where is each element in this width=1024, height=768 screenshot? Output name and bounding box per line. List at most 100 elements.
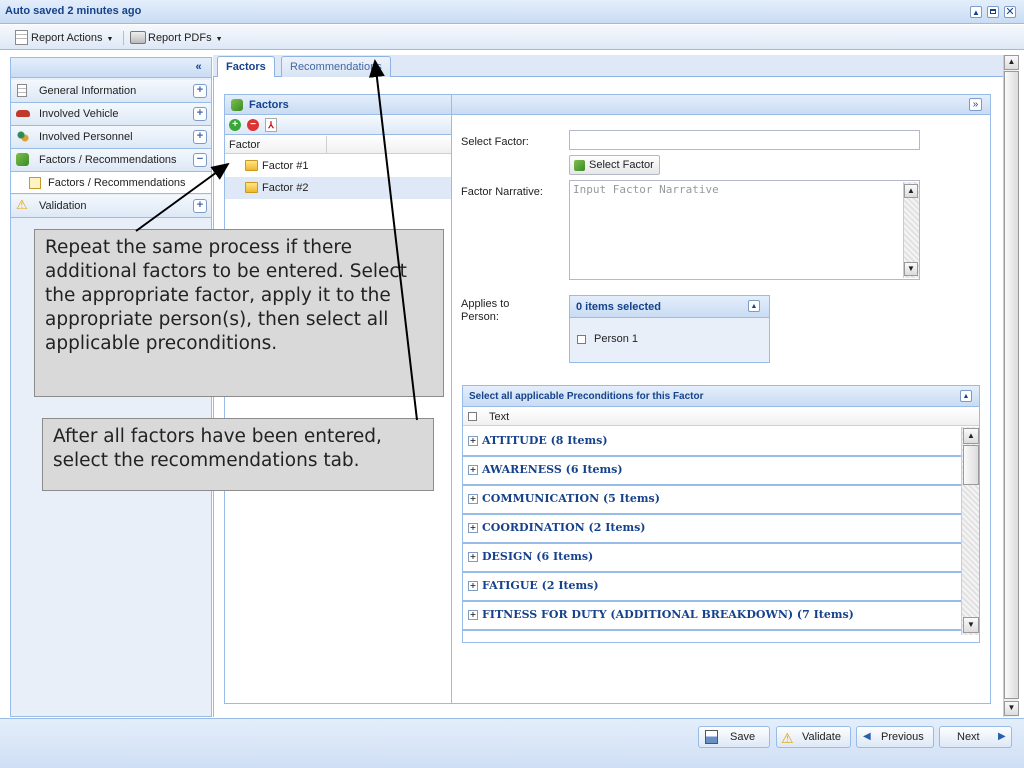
vehicle-icon bbox=[16, 110, 30, 117]
category-label: AWARENESS (6 Items) bbox=[482, 463, 623, 476]
factor-narrative-textarea[interactable]: Input Factor Narrative ▲ ▼ bbox=[569, 180, 920, 280]
sidebar-item-involved-personnel[interactable]: Involved Personnel + bbox=[11, 126, 211, 149]
preconditions-scrollbar[interactable]: ▲ ▼ bbox=[961, 427, 979, 635]
factor-label: Factor #2 bbox=[262, 182, 309, 194]
sidebar-item-label: General Information bbox=[39, 85, 137, 97]
select-factor-button[interactable]: Select Factor bbox=[569, 155, 660, 175]
sidebar-item-label: Factors / Recommendations bbox=[39, 154, 177, 166]
category-row[interactable]: + FITNESS FOR DUTY (ADDITIONAL BREAKDOWN)… bbox=[463, 601, 961, 631]
add-factor-icon[interactable]: + bbox=[229, 119, 241, 131]
text-column-label: Text bbox=[489, 411, 510, 423]
remove-factor-icon[interactable]: − bbox=[247, 119, 259, 131]
sidebar-subitem-label: Factors / Recommendations bbox=[48, 177, 186, 189]
pdf-icon[interactable]: ⅄ bbox=[265, 118, 277, 132]
factor-row[interactable]: Factor #1 bbox=[225, 155, 451, 177]
sidebar-item-label: Validation bbox=[39, 200, 87, 212]
report-actions-menu[interactable]: Report Actions ▼ bbox=[15, 27, 113, 49]
expand-icon[interactable]: + bbox=[193, 199, 207, 213]
select-factor-input[interactable] bbox=[569, 130, 920, 150]
category-row[interactable]: + ATTITUDE (8 Items) bbox=[463, 427, 961, 457]
close-window-icon[interactable]: ✕ bbox=[1004, 6, 1016, 18]
scroll-thumb[interactable] bbox=[963, 445, 979, 485]
category-label: FATIGUE (2 Items) bbox=[482, 579, 599, 592]
preconditions-column-header: Text bbox=[463, 408, 979, 426]
save-icon bbox=[705, 730, 718, 744]
sidebar-item-validation[interactable]: ⚠ Validation + bbox=[11, 195, 211, 218]
factors-icon bbox=[231, 99, 243, 111]
scroll-down-icon[interactable]: ▼ bbox=[963, 617, 979, 633]
previous-button[interactable]: ◀ Previous bbox=[856, 726, 934, 748]
window-titlebar: Auto saved 2 minutes ago ▲ ✕ bbox=[0, 0, 1024, 24]
main-scrollbar[interactable]: ▲ ▼ bbox=[1003, 55, 1019, 717]
category-label: ATTITUDE (8 Items) bbox=[482, 434, 608, 447]
category-row[interactable]: + FATIGUE (2 Items) bbox=[463, 572, 961, 602]
expand-icon[interactable]: + bbox=[468, 436, 478, 446]
collapse-icon[interactable]: ▲ bbox=[748, 300, 760, 312]
sidebar-item-general-information[interactable]: General Information + bbox=[11, 80, 211, 103]
category-row[interactable]: + COMMUNICATION (5 Items) bbox=[463, 485, 961, 515]
expand-panel-icon[interactable]: » bbox=[969, 98, 982, 111]
expand-icon[interactable]: + bbox=[468, 494, 478, 504]
arrow-left-icon: ◀ bbox=[863, 731, 871, 742]
callout-after-text: After all factors have been entered, sel… bbox=[53, 426, 382, 471]
tab-label: Recommendations bbox=[290, 61, 382, 73]
save-button[interactable]: Save bbox=[698, 726, 770, 748]
factors-panel-header: Factors bbox=[225, 95, 451, 115]
expand-icon[interactable]: + bbox=[468, 552, 478, 562]
scroll-up-icon[interactable]: ▲ bbox=[1004, 55, 1019, 70]
expand-icon[interactable]: + bbox=[193, 84, 207, 98]
preconditions-header: Select all applicable Preconditions for … bbox=[463, 386, 979, 407]
collapse-icon[interactable]: − bbox=[193, 153, 207, 167]
callout-recommendations-tab: After all factors have been entered, sel… bbox=[42, 418, 434, 491]
narrative-placeholder: Input Factor Narrative bbox=[573, 183, 719, 196]
maximize-window-icon[interactable] bbox=[987, 6, 999, 18]
scroll-down-icon[interactable]: ▼ bbox=[1004, 701, 1019, 716]
tab-recommendations[interactable]: Recommendations bbox=[281, 56, 391, 78]
main-panel: Factors + − ⅄ Factor Factor #1 Factor #2… bbox=[213, 77, 1002, 717]
sidebar-header: « bbox=[11, 58, 211, 78]
category-label: FITNESS FOR DUTY (ADDITIONAL BREAKDOWN) … bbox=[482, 608, 854, 621]
window-title: Auto saved 2 minutes ago bbox=[5, 5, 142, 17]
expand-icon[interactable]: + bbox=[468, 610, 478, 620]
report-pdfs-label: Report PDFs bbox=[148, 32, 212, 44]
category-row[interactable]: + DESIGN (6 Items) bbox=[463, 543, 961, 573]
scroll-thumb[interactable] bbox=[1004, 71, 1019, 699]
expand-icon[interactable]: + bbox=[468, 523, 478, 533]
applies-to-person-label: Applies to Person: bbox=[461, 298, 510, 323]
edit-icon bbox=[29, 177, 41, 189]
textarea-scrollbar[interactable]: ▲ ▼ bbox=[903, 182, 919, 278]
factor-row[interactable]: Factor #2 bbox=[225, 177, 451, 199]
select-all-checkbox[interactable] bbox=[468, 412, 477, 421]
factors-panel-title: Factors bbox=[249, 99, 289, 111]
printer-icon bbox=[130, 30, 146, 44]
expand-icon[interactable]: + bbox=[193, 107, 207, 121]
report-pdfs-menu[interactable]: Report PDFs ▼ bbox=[130, 27, 223, 49]
category-row[interactable]: + COORDINATION (2 Items) bbox=[463, 514, 961, 544]
scroll-up-icon[interactable]: ▲ bbox=[963, 428, 979, 444]
sidebar-item-involved-vehicle[interactable]: Involved Vehicle + bbox=[11, 103, 211, 126]
chevron-down-icon: ▼ bbox=[215, 36, 223, 43]
sidebar-item-factors-recommendations[interactable]: Factors / Recommendations − bbox=[11, 149, 211, 172]
collapse-sidebar-icon[interactable]: « bbox=[192, 61, 205, 74]
scroll-up-icon[interactable]: ▲ bbox=[904, 184, 918, 198]
collapse-icon[interactable]: ▲ bbox=[960, 390, 972, 402]
column-divider bbox=[326, 136, 327, 154]
expand-icon[interactable]: + bbox=[468, 581, 478, 591]
validate-label: Validate bbox=[802, 731, 841, 743]
expand-icon[interactable]: + bbox=[468, 465, 478, 475]
validate-button[interactable]: ⚠ Validate bbox=[776, 726, 851, 748]
report-actions-label: Report Actions bbox=[31, 32, 103, 44]
tab-factors[interactable]: Factors bbox=[217, 56, 275, 79]
collapse-window-icon[interactable]: ▲ bbox=[970, 6, 982, 18]
category-row[interactable]: + AWARENESS (6 Items) bbox=[463, 456, 961, 486]
next-button[interactable]: Next ▶ bbox=[939, 726, 1012, 748]
select-factor-button-label: Select Factor bbox=[589, 159, 654, 171]
toolbar-separator bbox=[123, 31, 124, 45]
expand-icon[interactable]: + bbox=[193, 130, 207, 144]
category-label: COORDINATION (2 Items) bbox=[482, 521, 646, 534]
sidebar-subitem-factors-recommendations[interactable]: Factors / Recommendations bbox=[11, 172, 211, 194]
applies-to-person-group: 0 items selected ▲ Person 1 bbox=[569, 295, 770, 363]
scroll-down-icon[interactable]: ▼ bbox=[904, 262, 918, 276]
report-toolbar: Report Actions ▼ Report PDFs ▼ bbox=[0, 25, 1024, 50]
person-checkbox[interactable] bbox=[577, 335, 586, 344]
